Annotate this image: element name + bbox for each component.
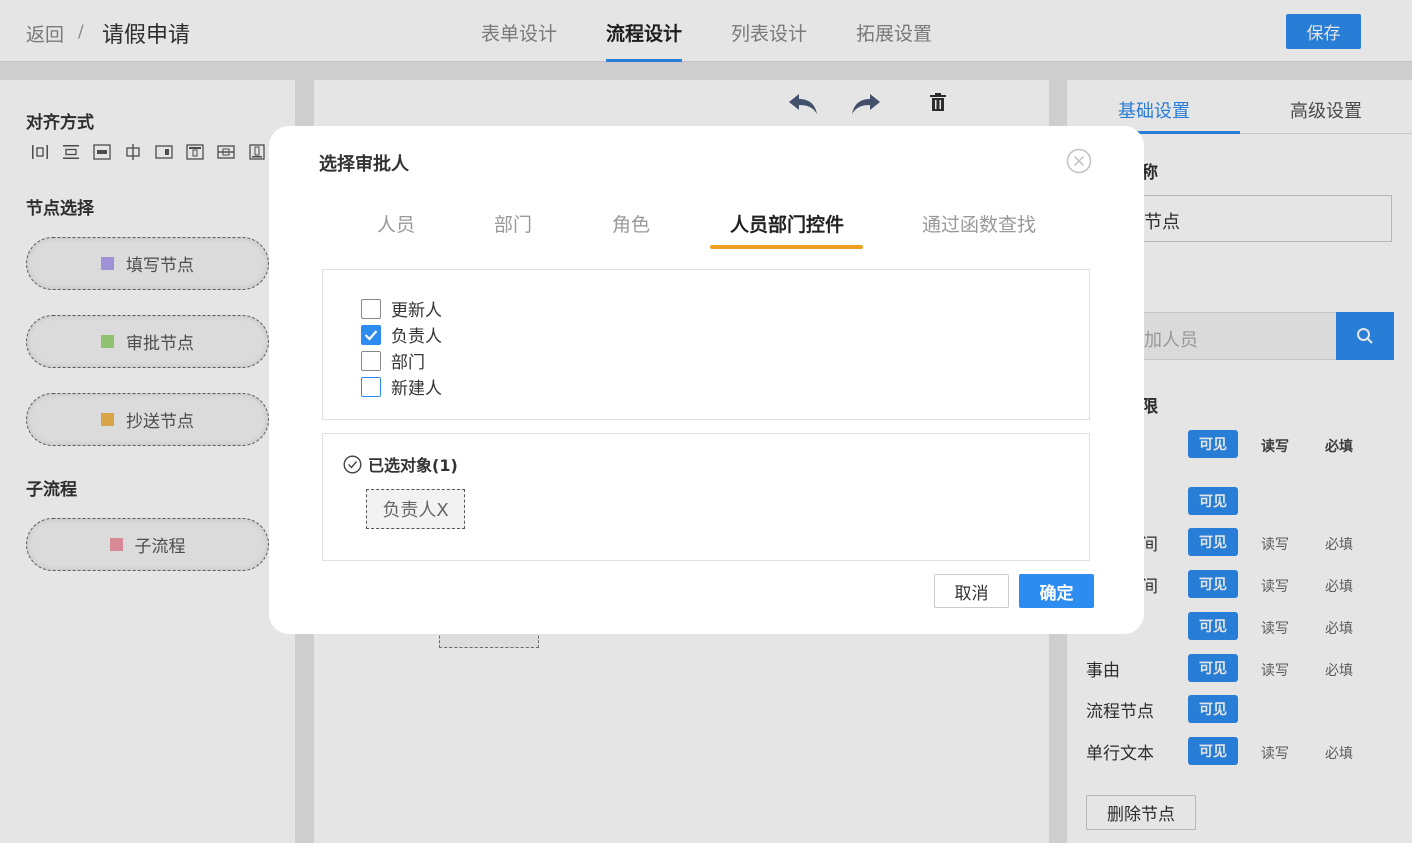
option-owner[interactable]: 负责人 <box>361 322 442 347</box>
selected-title: 已选对象(1) <box>368 456 458 475</box>
checkbox[interactable] <box>361 376 381 397</box>
checkbox-checked[interactable] <box>361 324 381 345</box>
option-department[interactable]: 部门 <box>361 348 425 373</box>
checkbox[interactable] <box>361 350 381 371</box>
close-button[interactable] <box>1066 148 1092 174</box>
close-icon <box>1066 148 1092 174</box>
option-label: 更新人 <box>391 301 442 321</box>
check-circle-icon <box>343 454 362 474</box>
checkbox[interactable] <box>361 298 381 319</box>
selected-chip-owner[interactable]: 负责人X <box>366 489 465 529</box>
selected-objects-panel: 已选对象(1) 负责人X <box>322 433 1090 561</box>
selected-header: 已选对象(1) <box>343 452 458 476</box>
option-label: 负责人 <box>391 327 442 347</box>
dialog-title: 选择审批人 <box>319 154 409 175</box>
tab-department[interactable]: 部门 <box>494 210 532 237</box>
check-icon <box>364 329 378 341</box>
option-label: 部门 <box>391 353 425 373</box>
select-approver-dialog: 选择审批人 人员 部门 角色 人员部门控件 通过函数查找 更新人 负责人 部门 … <box>269 126 1144 634</box>
option-label: 新建人 <box>391 379 442 399</box>
active-tab-indicator <box>710 245 863 249</box>
tab-function-lookup[interactable]: 通过函数查找 <box>922 210 1036 237</box>
confirm-button[interactable]: 确定 <box>1019 574 1094 608</box>
option-updater[interactable]: 更新人 <box>361 296 442 321</box>
tab-person[interactable]: 人员 <box>377 210 415 237</box>
tab-person-dept-control[interactable]: 人员部门控件 <box>730 210 844 237</box>
cancel-button[interactable]: 取消 <box>934 574 1009 608</box>
option-creator[interactable]: 新建人 <box>361 374 442 399</box>
tab-role[interactable]: 角色 <box>612 210 650 237</box>
option-list: 更新人 负责人 部门 新建人 <box>322 269 1090 420</box>
